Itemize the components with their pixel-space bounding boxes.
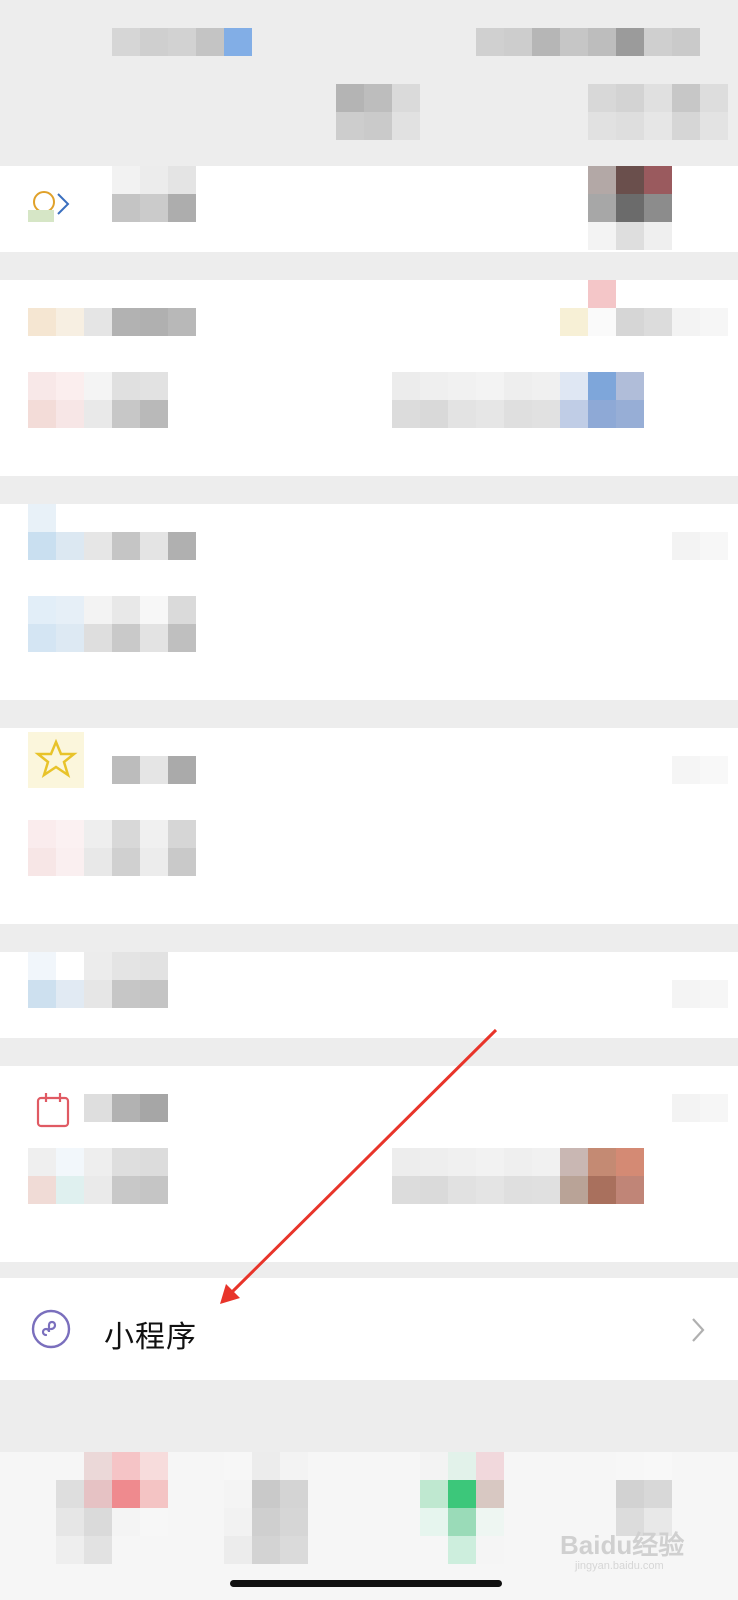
tab-item[interactable] [420, 1452, 504, 1564]
watermark: Baidu经验 [560, 1530, 685, 1560]
tab-item[interactable] [224, 1452, 308, 1564]
home-indicator[interactable] [230, 1580, 502, 1587]
watermark-url: jingyan.baidu.com [575, 1560, 664, 1572]
tab-item[interactable] [56, 1452, 168, 1564]
annotation-arrow [220, 1028, 498, 1304]
tab-item[interactable] [616, 1452, 672, 1536]
